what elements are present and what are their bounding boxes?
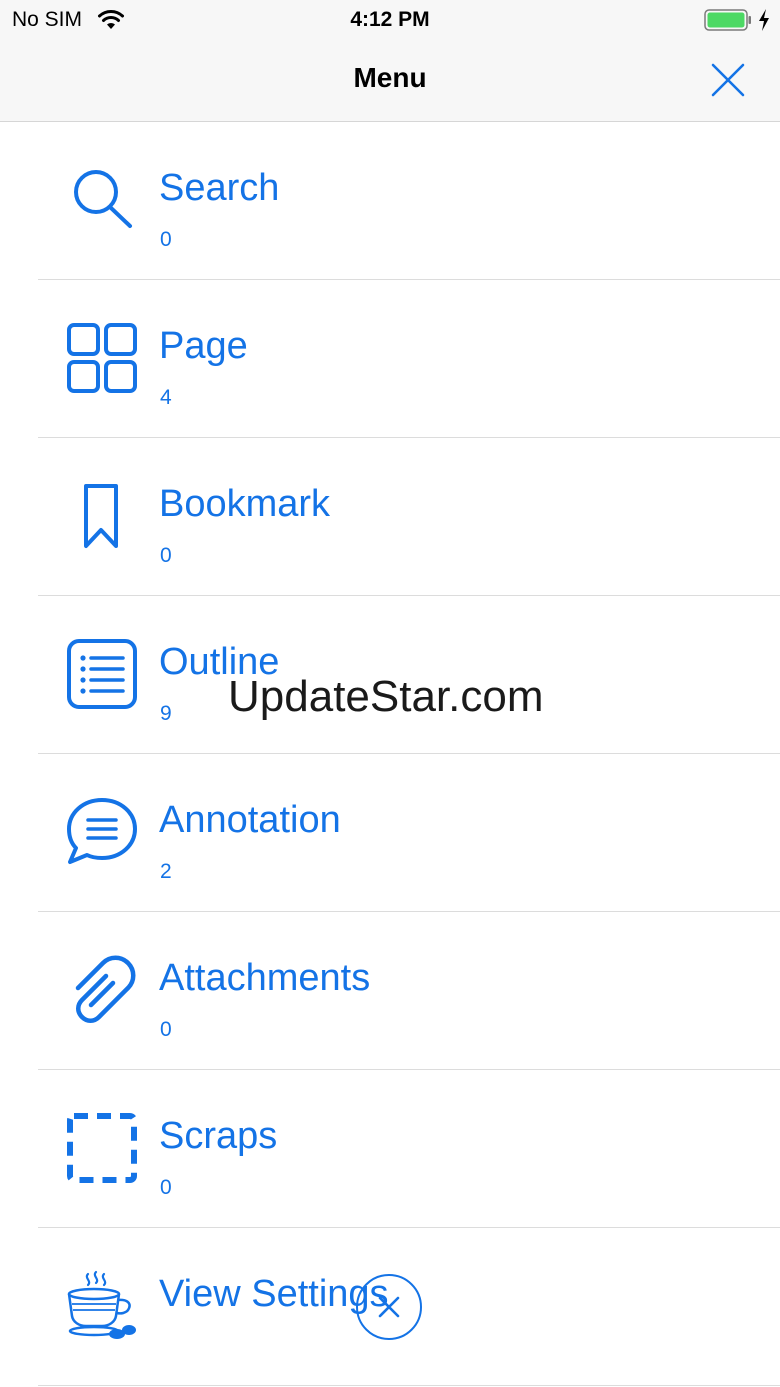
menu-item-count: 0	[160, 1018, 172, 1041]
search-icon	[74, 170, 132, 228]
menu-item-count: 2	[160, 860, 172, 883]
charging-bolt-icon	[759, 9, 769, 31]
menu-item-count: 0	[160, 228, 172, 251]
close-icon	[711, 63, 745, 97]
grid-icon	[67, 323, 137, 393]
menu-item-label: View Settings	[159, 1273, 389, 1315]
menu-item-label: Annotation	[159, 799, 341, 841]
menu-item-annotation[interactable]: Annotation 2	[38, 754, 780, 912]
menu-screen: No SIM 4:12 PM Menu Search 0 Page 4 Book…	[0, 0, 780, 1387]
menu-item-label: Page	[159, 325, 248, 367]
menu-item-scraps[interactable]: Scraps 0	[38, 1070, 780, 1228]
menu-item-bookmark[interactable]: Bookmark 0	[38, 438, 780, 596]
close-icon	[378, 1296, 400, 1318]
battery-icon	[704, 9, 751, 31]
dashed-square-icon	[67, 1113, 137, 1183]
paperclip-icon	[75, 955, 136, 1023]
menu-item-count: 0	[160, 544, 172, 567]
menu-item-page[interactable]: Page 4	[38, 280, 780, 438]
list-icon	[67, 639, 137, 709]
nav-bar: Menu	[0, 40, 780, 122]
menu-item-count: 0	[160, 1176, 172, 1199]
status-bar: No SIM 4:12 PM	[0, 0, 780, 40]
menu-list: Search 0 Page 4 Bookmark 0 Outline 9 Ann…	[0, 122, 780, 1386]
menu-item-label: Search	[159, 167, 280, 209]
watermark: UpdateStar.com	[228, 672, 544, 721]
status-time: 4:12 PM	[350, 8, 430, 31]
floating-close-button[interactable]	[356, 1274, 422, 1340]
menu-item-label: Scraps	[159, 1115, 278, 1157]
menu-item-label: Bookmark	[159, 483, 331, 525]
bookmark-icon	[84, 484, 118, 548]
menu-item-attachments[interactable]: Attachments 0	[38, 912, 780, 1070]
coffee-cup-icon	[67, 1270, 136, 1339]
menu-item-count: 9	[160, 702, 172, 725]
close-button[interactable]	[700, 52, 756, 108]
page-title: Menu	[353, 62, 427, 93]
menu-item-search[interactable]: Search 0	[38, 122, 780, 280]
menu-item-label: Attachments	[159, 957, 371, 999]
speech-bubble-icon	[67, 798, 137, 864]
menu-item-count: 4	[160, 386, 172, 409]
